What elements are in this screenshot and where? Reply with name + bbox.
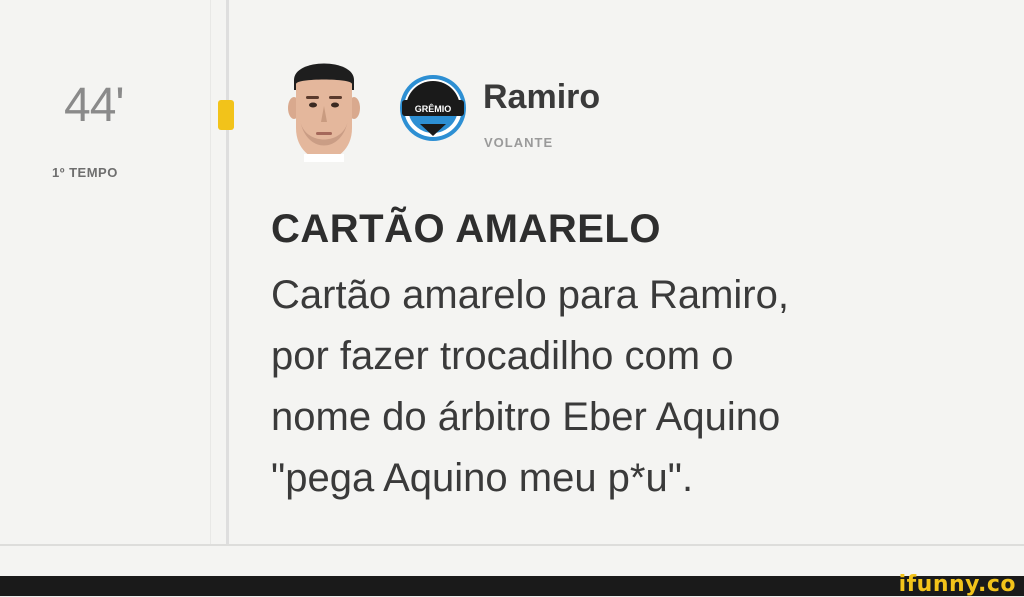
match-event-card: 44' 1º TEMPO GRÊMIO Ramiro VOLANTE CARTÃ…: [0, 0, 1024, 576]
event-description-line: por fazer trocadilho com o: [271, 334, 734, 378]
event-description-line: Cartão amarelo para Ramiro,: [271, 273, 789, 317]
match-period: 1º TEMPO: [52, 165, 118, 180]
crest-text: GRÊMIO: [415, 103, 452, 114]
watermark-logo[interactable]: ifunny.co: [899, 572, 1016, 597]
player-avatar[interactable]: [286, 50, 362, 162]
event-minute: 44': [64, 79, 125, 132]
club-crest-icon[interactable]: GRÊMIO: [398, 72, 468, 144]
event-title: CARTÃO AMARELO: [271, 207, 661, 251]
card-divider: [0, 544, 1024, 546]
event-description-line: "pega Aquino meu p*u".: [271, 456, 694, 500]
timeline-line: [226, 0, 229, 544]
timeline-guide: [210, 0, 211, 544]
event-description-line: nome do árbitro Eber Aquino: [271, 395, 781, 439]
player-name[interactable]: Ramiro: [483, 78, 600, 117]
player-position: VOLANTE: [484, 135, 554, 150]
event-description: Cartão amarelo para Ramiro, por fazer tr…: [271, 265, 971, 509]
watermark-bar: ifunny.co: [0, 572, 1024, 597]
yellow-card-icon: [218, 100, 234, 130]
